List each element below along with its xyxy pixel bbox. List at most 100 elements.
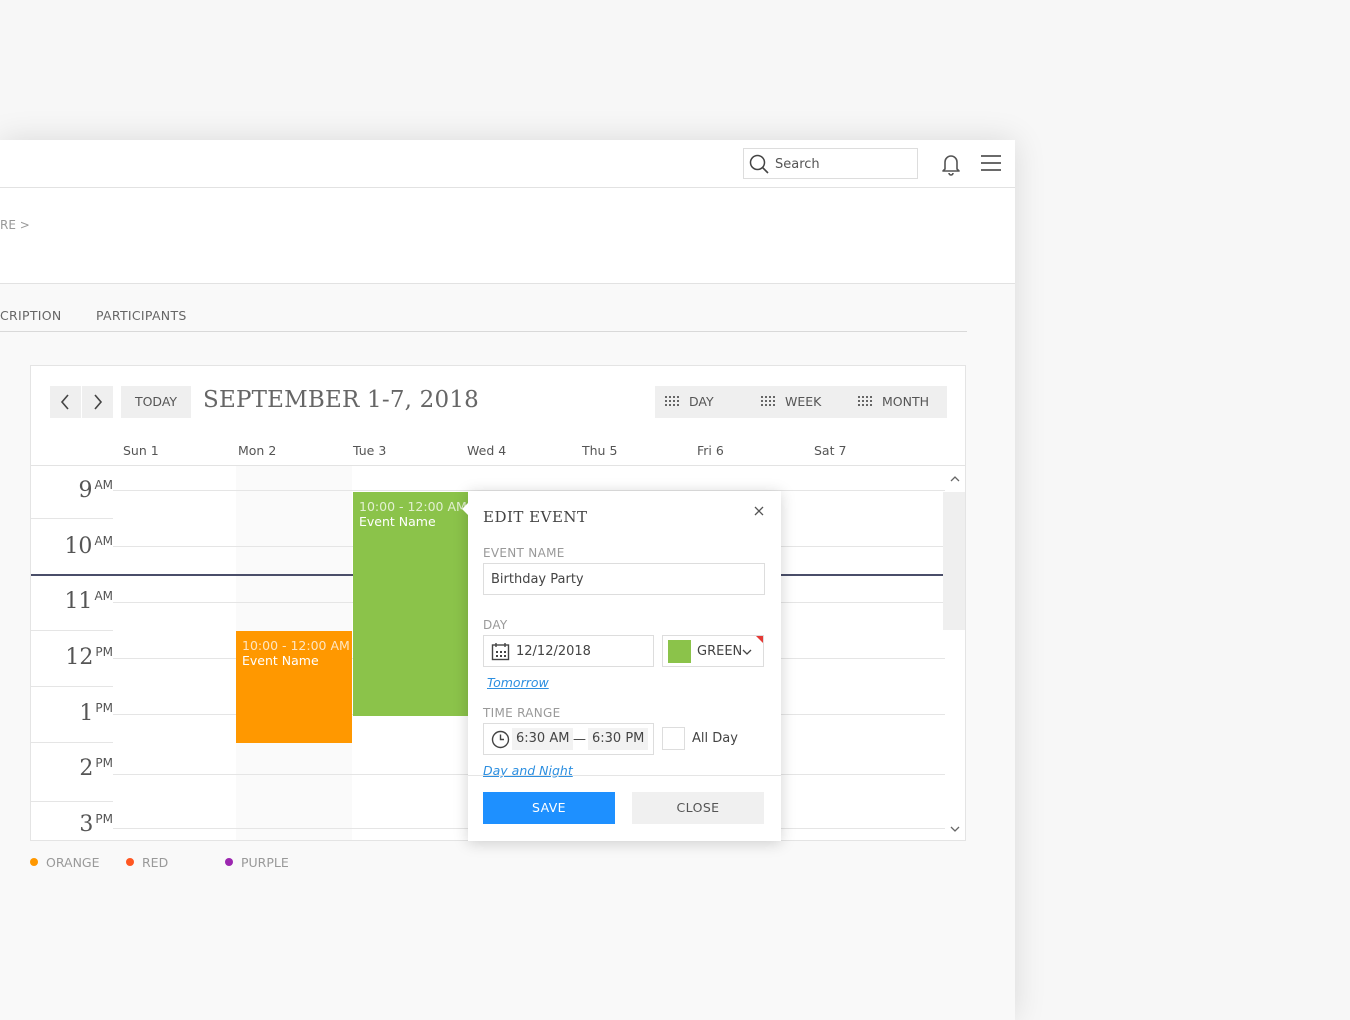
breadcrumb[interactable]: RE > — [0, 218, 30, 232]
event-time: 10:00 - 12:00 AM — [359, 499, 467, 514]
day-value: 12/12/2018 — [516, 644, 591, 659]
day-header-divider — [31, 465, 965, 466]
chevron-up-icon[interactable] — [949, 474, 961, 484]
grid-icon — [665, 396, 679, 406]
hour-suffix: AM — [94, 534, 113, 548]
day-header-mon: Mon 2 — [238, 443, 277, 458]
required-marker — [756, 636, 763, 643]
prev-button[interactable] — [50, 386, 81, 418]
legend-label: ORANGE — [46, 855, 100, 870]
time-range-field[interactable]: 6:30 AM — 6:30 PM — [483, 723, 654, 755]
event-name-value: Birthday Party — [491, 572, 584, 587]
day-field[interactable]: 12/12/2018 — [483, 635, 654, 667]
legend-item: RED — [126, 855, 168, 870]
chevron-right-icon — [94, 394, 103, 410]
view-month-button[interactable]: MONTH — [858, 386, 944, 418]
hour-number: 9 — [78, 478, 93, 503]
day-header-wed: Wed 4 — [467, 443, 507, 458]
view-switcher: DAY WEEK MONTH — [655, 386, 947, 418]
all-day-label: All Day — [692, 731, 738, 746]
hour-number: 3 — [79, 812, 94, 837]
view-week-button[interactable]: WEEK — [761, 386, 841, 418]
day-header-fri: Fri 6 — [697, 443, 724, 458]
row-line — [31, 742, 113, 743]
day-header-tue: Tue 3 — [353, 443, 387, 458]
view-week-label: WEEK — [785, 394, 822, 409]
tab-description[interactable]: CRIPTION — [0, 308, 62, 323]
legend-label: PURPLE — [241, 855, 289, 870]
hour-label: 11 AM — [31, 589, 113, 614]
popup-divider — [468, 775, 781, 776]
event-name-field[interactable]: Birthday Party — [483, 563, 765, 595]
legend-item: ORANGE — [30, 855, 100, 870]
clock-icon — [491, 730, 510, 749]
day-header-sun: Sun 1 — [123, 443, 159, 458]
event-block[interactable]: 10:00 - 12:00 AM Event Name — [353, 492, 469, 716]
hour-number: 1 — [79, 701, 94, 726]
row-line — [31, 801, 113, 802]
hour-number: 10 — [64, 534, 93, 559]
event-name: Event Name — [359, 514, 436, 529]
search-icon — [749, 154, 769, 174]
hour-label: 3 PM — [31, 812, 113, 837]
tabs-divider — [0, 331, 967, 332]
bell-icon[interactable] — [940, 152, 962, 176]
today-button[interactable]: TODAY — [121, 386, 191, 418]
hour-suffix: PM — [95, 812, 113, 826]
tomorrow-link[interactable]: Tomorrow — [487, 675, 549, 690]
close-button[interactable]: CLOSE — [632, 792, 764, 824]
event-name-label: EVENT NAME — [483, 546, 565, 560]
day-label: DAY — [483, 618, 508, 632]
hour-number: 11 — [64, 589, 93, 614]
view-day-label: DAY — [689, 394, 714, 409]
hamburger-menu-icon[interactable] — [980, 154, 1002, 172]
close-icon[interactable] — [752, 504, 766, 518]
view-month-label: MONTH — [882, 394, 930, 409]
grid-icon — [761, 396, 775, 406]
save-button[interactable]: SAVE — [483, 792, 615, 824]
hour-suffix: AM — [94, 589, 113, 603]
hour-suffix: PM — [95, 701, 113, 715]
day-header-thu: Thu 5 — [582, 443, 618, 458]
next-button[interactable] — [82, 386, 113, 418]
page-header: RE > — [0, 188, 1015, 284]
search-input[interactable]: Search — [743, 148, 918, 179]
hour-suffix: PM — [95, 645, 113, 659]
event-time: 10:00 - 12:00 AM — [242, 638, 350, 653]
hour-number: 12 — [65, 645, 94, 670]
legend-label: RED — [142, 855, 169, 870]
row-line — [31, 686, 113, 687]
time-range-label: TIME RANGE — [483, 706, 561, 720]
edit-event-popup: EDIT EVENT EVENT NAME Birthday Party DAY… — [462, 491, 781, 841]
time-start[interactable]: 6:30 AM — [512, 728, 574, 750]
calendar-icon — [491, 643, 510, 661]
all-day-checkbox[interactable] — [662, 727, 685, 750]
event-block[interactable]: 10:00 - 12:00 AM Event Name — [236, 631, 352, 743]
popup-title: EDIT EVENT — [483, 508, 588, 526]
view-day-button[interactable]: DAY — [665, 386, 745, 418]
legend-dot — [30, 858, 38, 866]
date-range-title: SEPTEMBER 1-7, 2018 — [203, 387, 480, 413]
row-line — [31, 630, 113, 631]
chevron-down-icon[interactable] — [949, 824, 961, 834]
search-placeholder: Search — [775, 157, 820, 172]
legend-item: PURPLE — [225, 855, 289, 870]
row-line — [31, 518, 113, 519]
scrollbar-track[interactable] — [943, 492, 965, 630]
hour-label: 9 AM — [31, 478, 113, 503]
day-header-sat: Sat 7 — [814, 443, 847, 458]
hour-label: 10 AM — [31, 534, 113, 559]
popup-arrow — [462, 503, 468, 515]
hour-label: 12 PM — [31, 645, 113, 670]
hour-label: 1 PM — [31, 701, 113, 726]
color-swatch — [668, 640, 691, 663]
tab-participants[interactable]: PARTICIPANTS — [96, 308, 187, 323]
top-bar: Search — [0, 140, 1015, 188]
time-end[interactable]: 6:30 PM — [588, 728, 649, 750]
legend-dot — [225, 858, 233, 866]
chevron-down-icon — [742, 649, 752, 655]
hour-number: 2 — [79, 756, 94, 781]
color-select[interactable]: GREEN — [662, 635, 764, 667]
hour-suffix: PM — [95, 756, 113, 770]
hour-label: 2 PM — [31, 756, 113, 781]
